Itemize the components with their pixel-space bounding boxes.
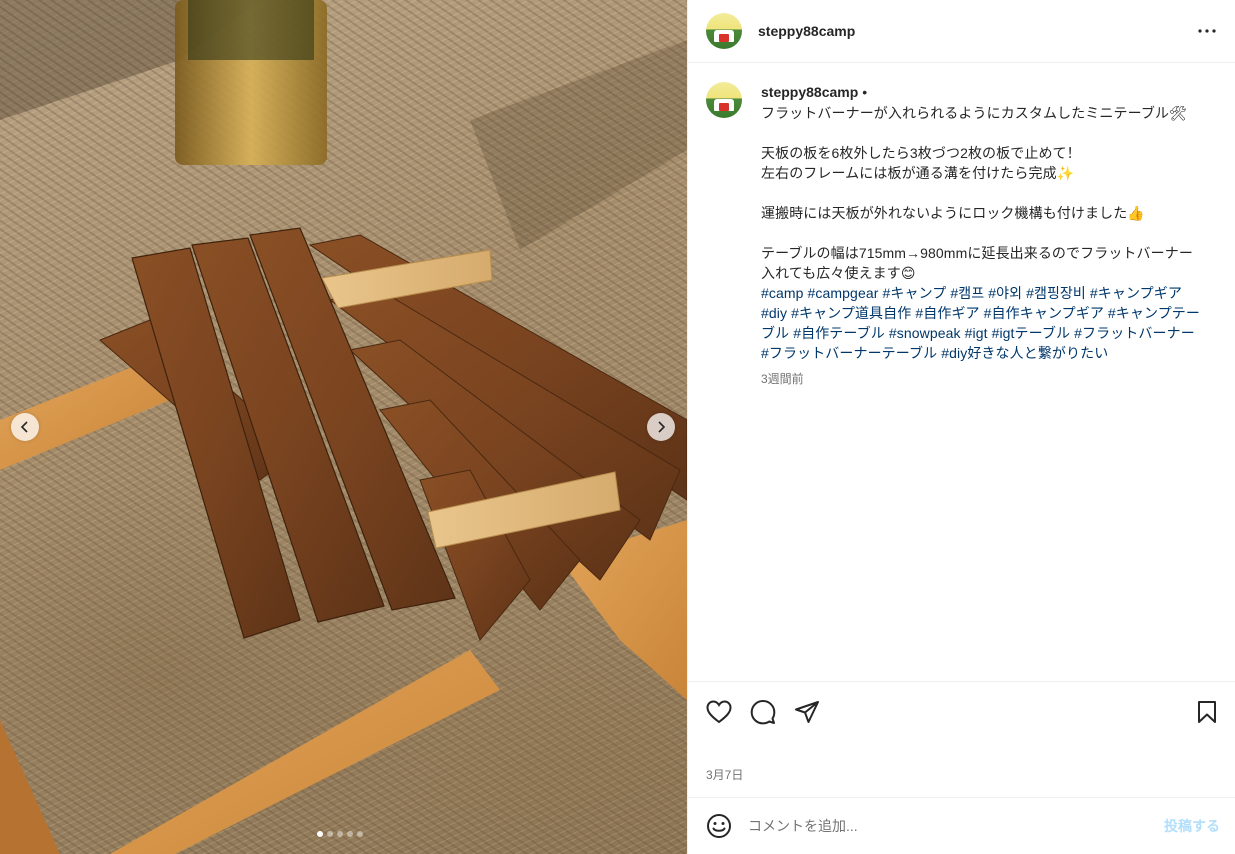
hashtag-link[interactable]: #camp [761, 285, 804, 301]
carousel-dot [317, 831, 323, 837]
comment-input[interactable] [748, 818, 1164, 834]
avatar[interactable] [706, 13, 742, 49]
post-header: steppy88camp [688, 0, 1235, 63]
hashtag-link[interactable]: #캠핑장비 [1026, 285, 1086, 301]
caption-text: フラットバーナーが入れられるようにカスタムしたミニテーブル🛠 天板の板を6枚外し… [761, 105, 1193, 281]
comments-section[interactable]: steppy88camp • フラットバーナーが入れられるようにカスタムしたミニテ… [688, 64, 1235, 681]
hashtag-link[interactable]: #캠프 [950, 285, 984, 301]
heart-icon [706, 699, 732, 723]
post-username[interactable]: steppy88camp [758, 23, 855, 39]
emoji-button[interactable] [705, 812, 733, 840]
hashtag-link[interactable]: #キャンプ [882, 285, 946, 301]
carousel-dot [327, 831, 333, 837]
share-icon [795, 700, 819, 723]
hashtag-link[interactable]: #igt [965, 325, 988, 341]
hashtag-link[interactable]: #igtテーブル [992, 325, 1071, 341]
more-horizontal-icon [1198, 29, 1216, 33]
add-comment-form: 投稿する [688, 797, 1235, 854]
more-options-button[interactable] [1195, 19, 1219, 43]
hashtag-link[interactable]: #snowpeak [889, 325, 961, 341]
save-button[interactable] [1192, 697, 1222, 727]
hashtag-link[interactable]: #キャンプギア [1090, 285, 1182, 301]
caption-hashtags: #camp #campgear #キャンプ #캠프 #야외 #캠핑장비 #キャン… [761, 283, 1201, 363]
caption-body: steppy88camp • フラットバーナーが入れられるようにカスタムしたミニテ… [761, 82, 1201, 389]
post-media[interactable] [0, 0, 687, 854]
comment-icon [750, 699, 776, 724]
caption-separator: • [862, 84, 868, 100]
chevron-left-icon [20, 421, 28, 433]
post-date[interactable]: 3月7日 [706, 766, 743, 783]
hashtag-link[interactable]: #キャンプ道具自作 [791, 305, 911, 321]
chevron-right-icon [658, 421, 666, 433]
bookmark-icon [1198, 700, 1216, 723]
carousel-dot [337, 831, 343, 837]
share-button[interactable] [792, 697, 822, 727]
carousel-prev-button[interactable] [11, 413, 39, 441]
carousel-indicator [317, 831, 363, 837]
caption-avatar[interactable] [706, 82, 742, 118]
carousel-next-button[interactable] [647, 413, 675, 441]
post-photo [0, 0, 687, 854]
hashtag-link[interactable]: #야외 [988, 285, 1022, 301]
post-comment-button[interactable]: 投稿する [1164, 816, 1220, 836]
comment-button[interactable] [748, 697, 778, 727]
caption: steppy88camp • フラットバーナーが入れられるようにカスタムしたミニテ… [706, 82, 1220, 389]
hashtag-link[interactable]: #自作キャンプギア [984, 305, 1104, 321]
hashtag-link[interactable]: #diy [761, 305, 787, 321]
carousel-dot [347, 831, 353, 837]
carousel-dot [357, 831, 363, 837]
hashtag-link[interactable]: #フラットバーナーテーブル [761, 345, 937, 361]
emoji-icon [707, 814, 731, 838]
action-bar [688, 681, 1235, 741]
hashtag-link[interactable]: #フラットバーナー [1074, 325, 1195, 341]
hashtag-link[interactable]: #campgear [808, 285, 879, 301]
hashtag-link[interactable]: #自作テーブル [793, 325, 885, 341]
caption-username[interactable]: steppy88camp [761, 84, 858, 100]
hashtag-link[interactable]: #diy好きな人と繋がりたい [941, 345, 1108, 361]
hashtag-link[interactable]: #自作ギア [915, 305, 979, 321]
caption-timestamp[interactable]: 3週間前 [761, 369, 1201, 389]
like-button[interactable] [704, 697, 734, 727]
post-panel: steppy88camp steppy88camp • フラットバーナーが入れられ… [687, 0, 1235, 854]
